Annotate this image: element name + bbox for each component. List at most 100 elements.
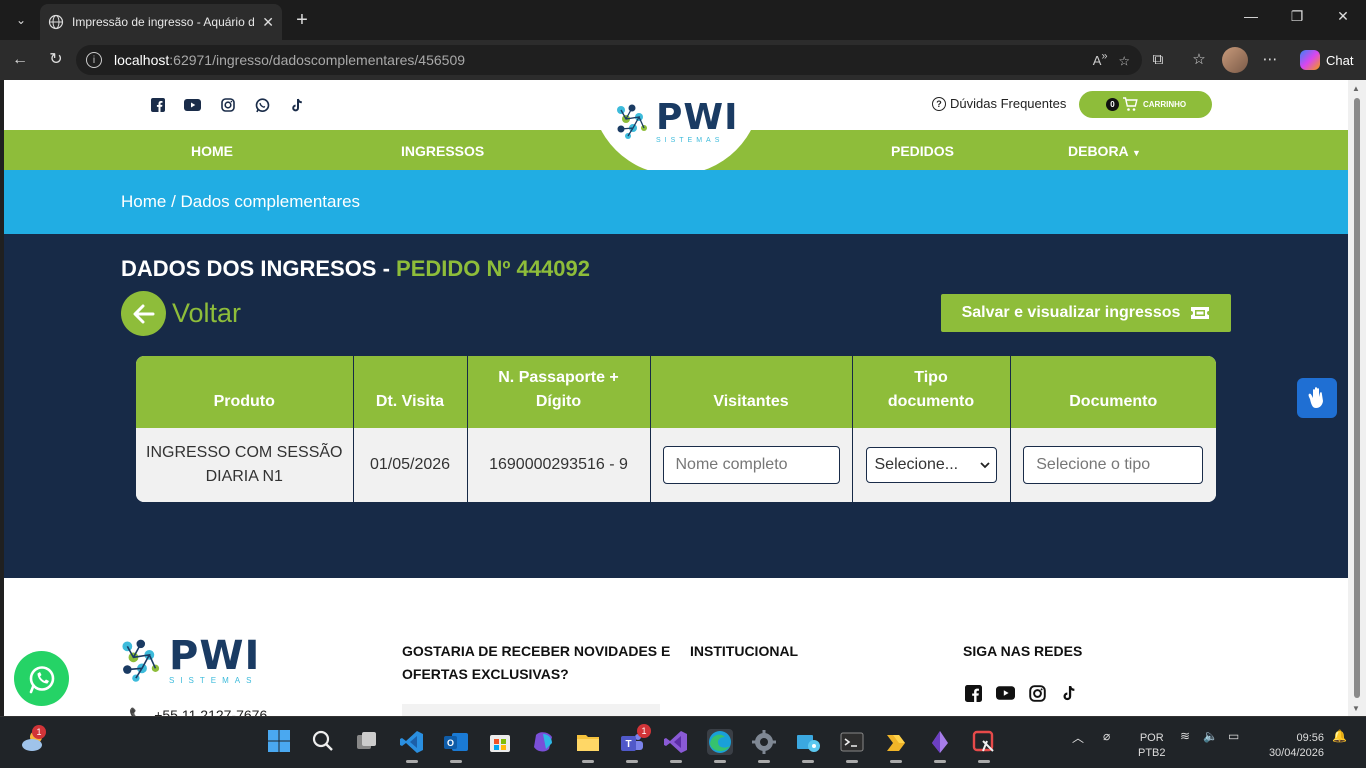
nav-pedidos[interactable]: PEDIDOS (891, 143, 954, 159)
footer-logo[interactable]: PWI SISTEMAS (121, 636, 260, 685)
table-header-row: Produto Dt. Visita N. Passaporte + Dígito… (136, 356, 1216, 428)
page-title: DADOS DOS INGRESOS - PEDIDO Nº 444092 (121, 256, 590, 282)
cart-button[interactable]: 0 CARRINHO (1079, 91, 1212, 118)
edge-browser-icon[interactable] (707, 729, 733, 763)
outlook-icon[interactable]: O (443, 729, 469, 763)
tiktok-icon[interactable] (288, 96, 307, 114)
battery-icon[interactable]: ▭ (1228, 729, 1239, 743)
remote-tools-icon[interactable] (795, 729, 821, 763)
vscode-icon[interactable] (399, 729, 425, 763)
volume-icon[interactable]: 🔈 (1203, 729, 1218, 743)
teams-icon[interactable]: T1 (619, 724, 651, 763)
youtube-icon[interactable] (183, 96, 202, 114)
whatsapp-float-button[interactable] (14, 651, 69, 706)
breadcrumb-home[interactable]: Home (121, 192, 166, 211)
favorites-icon[interactable]: ☆ (1187, 48, 1211, 72)
site-info-icon[interactable]: i (86, 52, 102, 68)
back-arrow-icon[interactable]: ← (8, 48, 32, 72)
instagram-icon[interactable] (218, 96, 237, 114)
read-aloud-icon[interactable]: A» (1093, 51, 1108, 68)
whatsapp-icon (29, 665, 54, 693)
restore-icon[interactable]: ❐ (1274, 8, 1320, 25)
url-host: localhost (114, 52, 170, 68)
visitor-name-input[interactable]: Nome completo (662, 446, 840, 484)
facebook-icon[interactable] (148, 96, 167, 114)
cell-produto: INGRESSO COM SESSÃO DIARIA N1 (136, 428, 354, 502)
produto-line2: DIARIA N1 (205, 468, 283, 485)
nav-ingressos[interactable]: INGRESSOS (401, 143, 484, 159)
site-logo[interactable]: PWI SISTEMAS (616, 100, 739, 144)
no-network-icon[interactable]: ⌀ (1103, 729, 1110, 743)
faq-link[interactable]: ? Dúvidas Frequentes (932, 96, 1066, 111)
m365-icon[interactable] (531, 729, 557, 755)
scroll-down-icon[interactable]: ▼ (1352, 704, 1360, 713)
cell-documento: Selecione o tipo (1010, 428, 1216, 502)
more-menu-icon[interactable]: ⋯ (1258, 48, 1282, 72)
tickets-table: Produto Dt. Visita N. Passaporte + Dígito… (136, 356, 1216, 502)
select-chevron-icon (979, 461, 990, 468)
weather-icon[interactable]: 1 (20, 725, 46, 753)
chat-label: Chat (1326, 52, 1354, 68)
document-type-select[interactable]: Selecione... (865, 447, 997, 483)
page-scrollbar[interactable]: ▲ ▼ (1348, 80, 1366, 716)
close-window-icon[interactable]: ✕ (1320, 8, 1366, 25)
lang-line1: POR (1139, 732, 1164, 744)
whatsapp-icon[interactable] (253, 96, 272, 114)
extensions-icon[interactable]: ⧉ (1146, 48, 1170, 72)
facebook-icon[interactable] (964, 684, 983, 702)
search-icon[interactable] (311, 729, 337, 755)
back-label: Voltar (172, 298, 242, 328)
scrollbar-thumb[interactable] (1354, 98, 1360, 698)
new-tab-icon[interactable]: + (290, 8, 314, 32)
nav-user-menu[interactable]: DEBORA ▼ (1068, 143, 1141, 159)
visual-studio-icon[interactable] (663, 729, 689, 763)
th-passaporte-line1: N. Passaporte + (498, 369, 619, 386)
tiktok-icon[interactable] (1060, 684, 1079, 702)
th-produto: Produto (136, 356, 354, 428)
minimize-icon[interactable]: — (1228, 8, 1274, 24)
input-language[interactable]: POR PTB2 (1138, 731, 1166, 761)
system-clock[interactable]: 09:56 30/04/2026 (1258, 731, 1324, 761)
snipping-tool-icon[interactable] (971, 729, 997, 763)
visual-studio-preview-icon[interactable] (927, 729, 953, 763)
notification-bell-icon[interactable]: 🔔 (1332, 729, 1347, 743)
tray-chevron-up-icon[interactable]: ︿ (1072, 729, 1084, 746)
accessibility-hand-icon[interactable] (1297, 378, 1337, 418)
refresh-icon[interactable]: ↻ (44, 48, 68, 72)
nav-home[interactable]: HOME (191, 143, 233, 159)
save-view-tickets-button[interactable]: Salvar e visualizar ingressos (941, 294, 1231, 332)
footer-phone[interactable]: 📞 +55 11 2127-7676 (129, 707, 267, 716)
newsletter-input[interactable] (402, 704, 660, 716)
svg-text:O: O (447, 738, 454, 748)
store-icon[interactable] (487, 729, 513, 755)
th-dt-visita: Dt. Visita (353, 356, 468, 428)
copilot-chat-button[interactable]: Chat (1292, 46, 1361, 74)
power-automate-icon[interactable] (883, 729, 909, 763)
breadcrumb-separator: / (166, 192, 181, 211)
favorite-star-icon[interactable]: ☆ (1118, 53, 1130, 68)
document-type-value: Selecione... (874, 456, 959, 473)
settings-gear-icon[interactable] (751, 729, 777, 763)
windows-taskbar: 1 O T1 ︿ ⌀ POR PTB2 ≋ 🔈 ▭ 09:56 30/04/2026… (0, 716, 1366, 768)
youtube-icon[interactable] (996, 684, 1015, 702)
task-view-icon[interactable] (355, 729, 381, 755)
start-windows-icon[interactable] (267, 729, 293, 755)
footer-logo-subtext: SISTEMAS (169, 676, 258, 685)
main-section: DADOS DOS INGRESOS - PEDIDO Nº 444092 Vo… (4, 234, 1348, 578)
wifi-icon[interactable]: ≋ (1180, 729, 1190, 743)
lang-line2: PTB2 (1138, 747, 1166, 759)
phone-icon: 📞 (129, 707, 147, 716)
scroll-up-icon[interactable]: ▲ (1352, 84, 1360, 93)
back-button[interactable]: Voltar (121, 291, 241, 336)
instagram-icon[interactable] (1028, 684, 1047, 702)
terminal-icon[interactable] (839, 729, 865, 763)
globe-icon (48, 14, 64, 30)
document-number-input[interactable]: Selecione o tipo (1023, 446, 1204, 484)
tab-list-chevron-icon[interactable]: ⌄ (8, 7, 34, 33)
file-explorer-icon[interactable] (575, 729, 601, 763)
browser-toolbar: ← ↻ i localhost:62971/ingresso/dadoscomp… (0, 40, 1366, 80)
profile-avatar[interactable] (1222, 47, 1248, 73)
address-bar[interactable]: i localhost:62971/ingresso/dadoscompleme… (76, 45, 1142, 75)
browser-tab[interactable]: Impressão de ingresso - Aquário d ✕ (40, 4, 282, 40)
tab-close-icon[interactable]: ✕ (262, 14, 274, 31)
